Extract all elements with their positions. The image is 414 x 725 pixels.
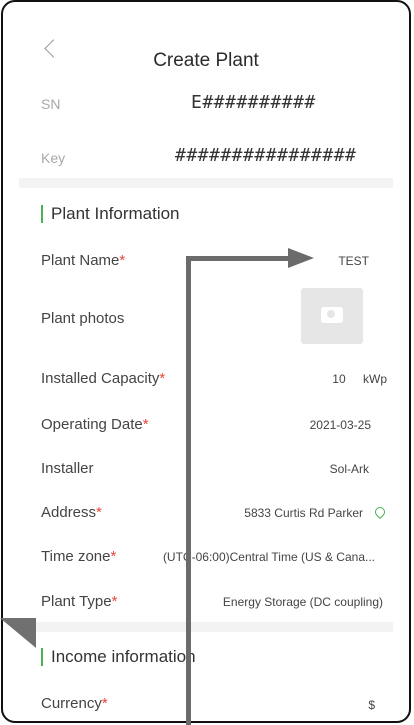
key-label: Key (41, 150, 66, 166)
plant-name-input[interactable]: TEST (338, 254, 369, 268)
plant-name-label: Plant Name* (41, 252, 126, 269)
installed-capacity-input[interactable]: 10 kWp (332, 372, 387, 386)
time-zone-select[interactable]: (UTC-06:00)Central Time (US & Cana... (163, 550, 375, 564)
sn-label: SN (41, 96, 61, 112)
address-label: Address* (41, 504, 102, 521)
installed-capacity-label: Installed Capacity* (41, 370, 166, 387)
time-zone-label: Time zone* (41, 548, 117, 565)
photo-upload-button[interactable] (301, 288, 363, 344)
page-title: Create Plant (153, 50, 259, 71)
section-divider (19, 622, 393, 632)
currency-select[interactable]: $ (368, 698, 375, 712)
plant-type-label: Plant Type* (41, 593, 118, 610)
section-title-income-info: Income information (41, 648, 196, 666)
operating-date-label: Operating Date* (41, 416, 149, 433)
installer-input[interactable]: Sol-Ark (330, 462, 369, 476)
annotation-arrow-shaft (186, 258, 191, 725)
installer-label: Installer (41, 460, 94, 477)
annotation-corner-arrow (0, 618, 36, 648)
required-mark: * (119, 252, 126, 269)
sn-value: E########## (191, 92, 316, 113)
phone-frame: Create Plant SN E########## Key ########… (1, 0, 411, 723)
currency-label: Currency* (41, 695, 108, 712)
operating-date-picker[interactable]: 2021-03-25 (310, 418, 371, 432)
plant-photos-label: Plant photos (41, 310, 125, 327)
capacity-unit: kWp (363, 372, 387, 386)
section-divider (19, 178, 393, 188)
plant-type-select[interactable]: Energy Storage (DC coupling) (223, 595, 383, 609)
section-title-plant-info: Plant Information (41, 205, 180, 223)
location-pin-icon[interactable] (372, 504, 388, 520)
annotation-arrow-arm (186, 256, 290, 261)
address-input[interactable]: 5833 Curtis Rd Parker (244, 506, 363, 520)
camera-icon (321, 307, 343, 323)
header: Create Plant (3, 2, 409, 86)
key-value: ################ (175, 145, 357, 166)
annotation-arrowhead (288, 248, 314, 268)
